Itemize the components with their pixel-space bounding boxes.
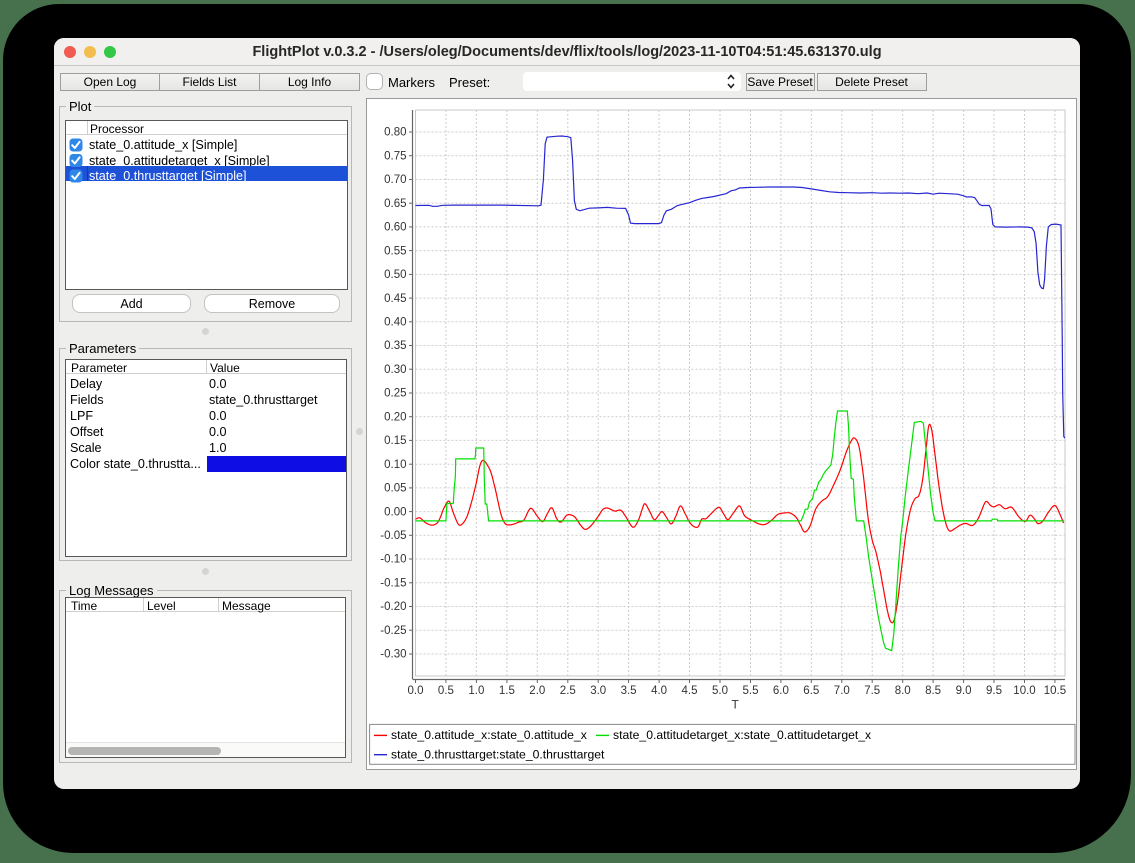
svg-text:0.50: 0.50 [384,269,406,281]
svg-text:0.60: 0.60 [384,222,406,234]
svg-text:state_0.attitudetarget_x:state: state_0.attitudetarget_x:state_0.attitud… [613,728,871,742]
svg-text:0.35: 0.35 [384,340,406,352]
svg-text:7.5: 7.5 [864,685,880,697]
svg-text:2.0: 2.0 [529,685,545,697]
svg-text:1.5: 1.5 [499,685,515,697]
svg-text:0.70: 0.70 [384,174,406,186]
svg-text:8.5: 8.5 [925,685,941,697]
svg-text:0.40: 0.40 [384,317,406,329]
svg-text:0.75: 0.75 [384,150,406,162]
svg-text:1.0: 1.0 [468,685,484,697]
svg-text:3.0: 3.0 [590,685,606,697]
svg-text:4.5: 4.5 [682,685,698,697]
svg-text:0.30: 0.30 [384,364,406,376]
svg-text:3.5: 3.5 [621,685,637,697]
svg-text:0.5: 0.5 [438,685,454,697]
svg-text:2.5: 2.5 [560,685,576,697]
svg-text:0.45: 0.45 [384,293,406,305]
svg-text:9.5: 9.5 [986,685,1002,697]
svg-text:6.0: 6.0 [773,685,789,697]
svg-text:5.0: 5.0 [712,685,728,697]
svg-text:0.10: 0.10 [384,459,406,471]
svg-text:state_0.thrusttarget:state_0.t: state_0.thrusttarget:state_0.thrusttarge… [391,748,605,762]
svg-text:T: T [732,698,740,712]
svg-text:state_0.attitude_x:state_0.att: state_0.attitude_x:state_0.attitude_x [391,728,587,742]
svg-text:8.0: 8.0 [895,685,911,697]
svg-text:5.5: 5.5 [743,685,759,697]
svg-text:0.15: 0.15 [384,435,406,447]
svg-text:0.20: 0.20 [384,411,406,423]
svg-text:-0.20: -0.20 [380,601,406,613]
svg-text:4.0: 4.0 [651,685,667,697]
svg-text:0.55: 0.55 [384,245,406,257]
svg-text:0.00: 0.00 [384,506,406,518]
svg-text:10.0: 10.0 [1013,685,1035,697]
svg-text:0.80: 0.80 [384,127,406,139]
svg-text:-0.15: -0.15 [380,578,406,590]
svg-text:10.5: 10.5 [1044,685,1066,697]
svg-text:0.0: 0.0 [408,685,424,697]
svg-text:6.5: 6.5 [803,685,819,697]
svg-text:-0.10: -0.10 [380,554,406,566]
svg-text:-0.25: -0.25 [380,625,406,637]
svg-text:0.05: 0.05 [384,483,406,495]
svg-text:0.65: 0.65 [384,198,406,210]
svg-text:7.0: 7.0 [834,685,850,697]
svg-text:9.0: 9.0 [956,685,972,697]
svg-text:-0.30: -0.30 [380,649,406,661]
svg-text:-0.05: -0.05 [380,530,406,542]
svg-text:0.25: 0.25 [384,388,406,400]
